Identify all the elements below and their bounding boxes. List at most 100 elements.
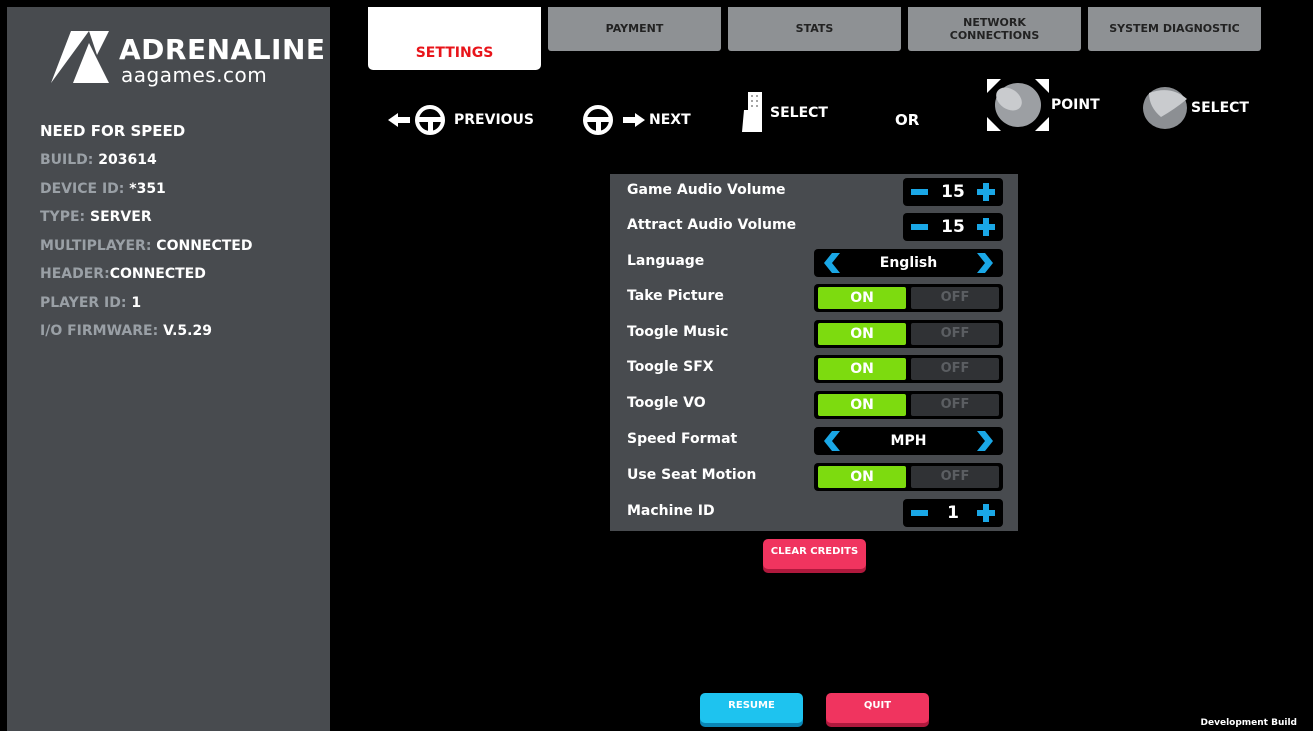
toggle-off-button[interactable]: OFF xyxy=(911,466,999,488)
resume-button[interactable]: RESUME xyxy=(700,693,803,723)
tab-payment-label: PAYMENT xyxy=(605,22,664,36)
trackball-point-icon xyxy=(987,79,1049,131)
minus-icon[interactable] xyxy=(911,510,928,516)
toggle-off-button[interactable]: OFF xyxy=(911,358,999,380)
plus-icon[interactable] xyxy=(977,183,995,201)
attract-audio-volume-stepper: 15 xyxy=(903,213,1003,241)
chevron-right-icon[interactable] xyxy=(977,253,993,273)
steering-wheel-left-icon xyxy=(388,105,445,135)
sidebar: ADRENALINE aagames.com NEED FOR SPEED BU… xyxy=(7,7,330,731)
adrenaline-logo: ADRENALINE aagames.com xyxy=(49,27,325,87)
setting-label: Use Seat Motion xyxy=(627,467,757,483)
toggle-off-button[interactable]: OFF xyxy=(911,394,999,416)
info-player-id: PLAYER ID: 1 xyxy=(40,295,142,311)
toggle-on-button[interactable]: ON xyxy=(818,466,906,488)
stepper-value: 1 xyxy=(947,503,959,523)
info-multiplayer: MULTIPLAYER: CONNECTED xyxy=(40,238,253,254)
selector-value: English xyxy=(879,255,938,271)
adrenaline-logo-icon xyxy=(51,31,109,83)
logo-text: ADRENALINE xyxy=(119,33,326,66)
trackball-select-icon xyxy=(1143,87,1187,129)
setting-label: Machine ID xyxy=(627,503,715,519)
tab-network-label: NETWORK CONNECTIONS xyxy=(949,15,1040,42)
seat-motion-toggle: ON OFF xyxy=(814,463,1003,491)
info-header: HEADER:CONNECTED xyxy=(40,266,206,282)
toggle-music-toggle: ON OFF xyxy=(814,320,1003,348)
setting-use-seat-motion: Use Seat Motion ON OFF xyxy=(610,459,1018,495)
toggle-sfx-toggle: ON OFF xyxy=(814,355,1003,383)
hint-next-label: NEXT xyxy=(649,112,691,128)
setting-attract-audio-volume: Attract Audio Volume 15 xyxy=(610,209,1018,245)
game-title: NEED FOR SPEED xyxy=(40,122,186,140)
setting-toggle-vo: Toogle VO ON OFF xyxy=(610,387,1018,423)
hint-next: NEXT xyxy=(583,105,691,135)
hint-select-trackball: SELECT xyxy=(1141,87,1249,129)
setting-label: Attract Audio Volume xyxy=(627,217,797,233)
setting-toggle-music: Toogle Music ON OFF xyxy=(610,316,1018,352)
setting-label: Toogle Music xyxy=(627,324,729,340)
setting-take-picture: Take Picture ON OFF xyxy=(610,280,1018,316)
toggle-on-button[interactable]: ON xyxy=(818,323,906,345)
take-picture-toggle: ON OFF xyxy=(814,284,1003,312)
toggle-on-button[interactable]: ON xyxy=(818,394,906,416)
chevron-left-icon[interactable] xyxy=(824,431,840,451)
logo-subtext: aagames.com xyxy=(121,63,268,87)
clear-credits-button[interactable]: CLEAR CREDITS xyxy=(763,539,866,569)
tab-settings-label: SETTINGS xyxy=(415,45,494,62)
chevron-left-icon[interactable] xyxy=(824,253,840,273)
hint-previous-label: PREVIOUS xyxy=(454,112,535,128)
toggle-on-button[interactable]: ON xyxy=(818,287,906,309)
setting-language: Language English xyxy=(610,245,1018,281)
tab-stats[interactable]: STATS xyxy=(728,7,901,51)
setting-machine-id: Machine ID 1 xyxy=(610,495,1018,531)
setting-toggle-sfx: Toogle SFX ON OFF xyxy=(610,351,1018,387)
stepper-value: 15 xyxy=(941,182,965,202)
tab-stats-label: STATS xyxy=(795,22,834,36)
speed-format-selector: MPH xyxy=(814,427,1003,455)
hint-select-label: SELECT xyxy=(1191,100,1249,116)
toggle-vo-toggle: ON OFF xyxy=(814,391,1003,419)
info-device-id: DEVICE ID: *351 xyxy=(40,181,166,197)
info-io-firmware: I/O FIRMWARE: V.5.29 xyxy=(40,323,212,339)
hint-or: OR xyxy=(895,105,919,135)
toggle-on-button[interactable]: ON xyxy=(818,358,906,380)
tab-network-connections[interactable]: NETWORK CONNECTIONS xyxy=(908,7,1081,51)
stepper-value: 15 xyxy=(941,217,965,237)
tab-system-diagnostic[interactable]: SYSTEM DIAGNOSTIC xyxy=(1088,7,1261,51)
quit-button[interactable]: QUIT xyxy=(826,693,929,723)
tab-settings[interactable]: SETTINGS xyxy=(368,7,541,70)
setting-label: Speed Format xyxy=(627,431,738,447)
setting-label: Toogle SFX xyxy=(627,359,714,375)
settings-panel: Game Audio Volume 15 Attract Audio Volum… xyxy=(610,174,1018,531)
setting-label: Game Audio Volume xyxy=(627,182,786,198)
language-selector: English xyxy=(814,249,1003,277)
selector-value: MPH xyxy=(890,433,927,449)
info-build: BUILD: 203614 xyxy=(40,152,157,168)
toggle-off-button[interactable]: OFF xyxy=(911,287,999,309)
hint-previous: PREVIOUS xyxy=(388,105,534,135)
game-audio-volume-stepper: 15 xyxy=(903,178,1003,206)
hint-or-label: OR xyxy=(895,111,920,129)
info-type: TYPE: SERVER xyxy=(40,209,152,225)
plus-icon[interactable] xyxy=(977,504,995,522)
tab-system-diagnostic-label: SYSTEM DIAGNOSTIC xyxy=(1109,22,1240,36)
steering-wheel-right-icon xyxy=(583,105,645,135)
hint-point-label: POINT xyxy=(1051,97,1100,113)
machine-id-stepper: 1 xyxy=(903,499,1003,527)
hint-select-pedal: SELECT xyxy=(742,92,828,132)
minus-icon[interactable] xyxy=(911,224,928,230)
tab-payment[interactable]: PAYMENT xyxy=(548,7,721,51)
development-build-label: Development Build xyxy=(1200,718,1297,728)
minus-icon[interactable] xyxy=(911,189,928,195)
setting-game-audio-volume: Game Audio Volume 15 xyxy=(610,174,1018,210)
setting-label: Toogle VO xyxy=(627,395,706,411)
setting-label: Language xyxy=(627,253,705,269)
plus-icon[interactable] xyxy=(977,218,995,236)
chevron-right-icon[interactable] xyxy=(977,431,993,451)
hint-select-label: SELECT xyxy=(770,105,828,121)
setting-label: Take Picture xyxy=(627,288,724,304)
pedal-icon xyxy=(742,92,762,132)
setting-speed-format: Speed Format MPH xyxy=(610,423,1018,459)
hint-point: POINT xyxy=(987,79,1100,131)
toggle-off-button[interactable]: OFF xyxy=(911,323,999,345)
